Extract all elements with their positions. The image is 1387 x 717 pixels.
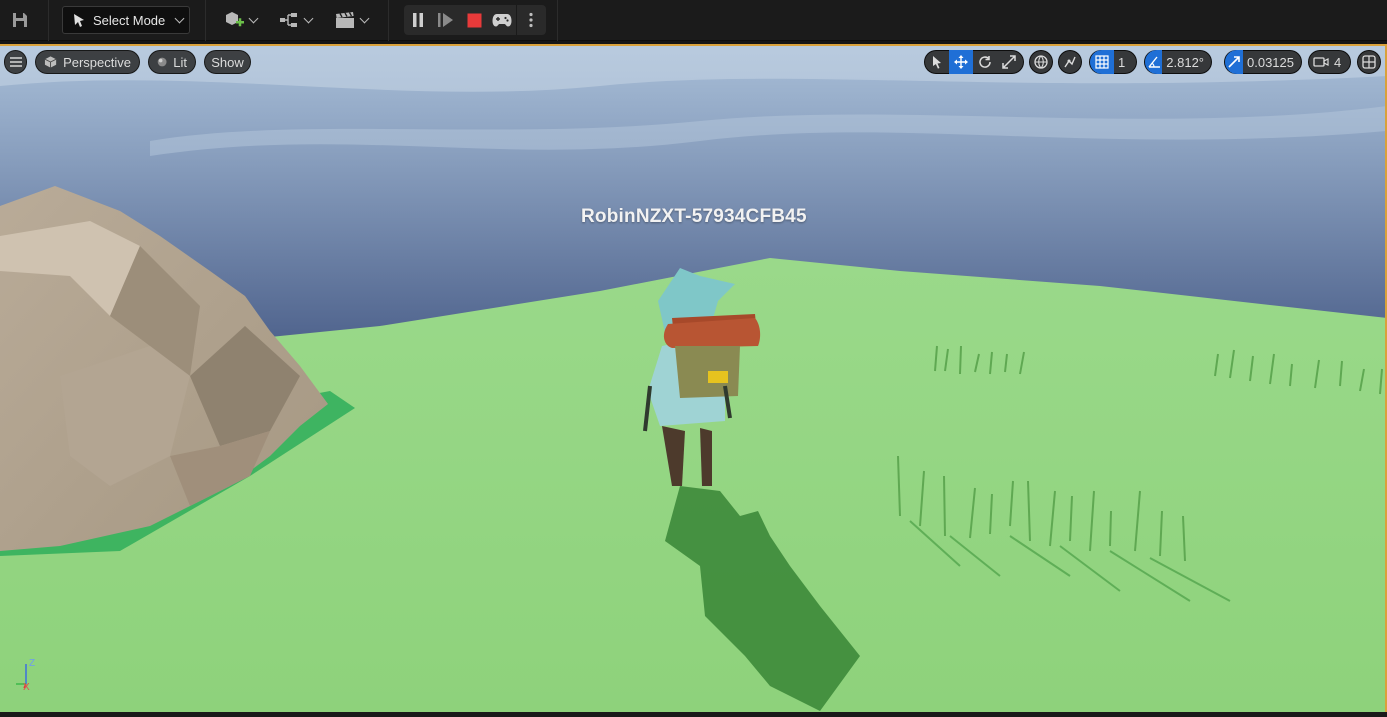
rotate-tool-button[interactable] bbox=[973, 50, 997, 74]
chevron-down-icon bbox=[248, 13, 259, 23]
surface-snap-toggle[interactable] bbox=[1058, 50, 1082, 74]
show-label: Show bbox=[211, 54, 244, 70]
grid-snap-toggle[interactable] bbox=[1090, 50, 1114, 74]
viewport-layout-control[interactable] bbox=[1357, 50, 1381, 74]
scene-render[interactable] bbox=[0, 46, 1387, 712]
scale-snap-icon bbox=[1228, 56, 1240, 68]
grid-snap-value[interactable]: 1 bbox=[1114, 55, 1132, 70]
lit-sphere-icon bbox=[157, 57, 167, 67]
grid-icon bbox=[1095, 55, 1109, 69]
perspective-cube-icon bbox=[44, 56, 57, 68]
pause-button[interactable] bbox=[404, 5, 432, 35]
transform-tools bbox=[924, 50, 1024, 74]
viewport-layout-button[interactable] bbox=[1358, 50, 1380, 74]
possess-button[interactable] bbox=[488, 5, 516, 35]
grid-snap-control[interactable]: 1 bbox=[1089, 50, 1137, 74]
select-mode-dropdown[interactable]: Select Mode bbox=[62, 6, 190, 34]
skip-frame-icon bbox=[438, 13, 453, 27]
world-local-toggle[interactable] bbox=[1029, 50, 1053, 74]
level-viewport[interactable]: Perspective Lit Show 1 2.812° 0.03125 4 … bbox=[0, 44, 1387, 712]
add-actor-button[interactable] bbox=[220, 6, 260, 34]
camera-speed-control[interactable]: 4 bbox=[1308, 50, 1351, 74]
main-toolbar: Select Mode bbox=[0, 0, 1387, 41]
scale-tool-button[interactable] bbox=[997, 50, 1021, 74]
viewport-bottom-border bbox=[0, 712, 1387, 717]
world-coordinates-button[interactable] bbox=[1030, 50, 1052, 74]
actor-name-label: RobinNZXT-57934CFB45 bbox=[581, 206, 807, 227]
show-dropdown[interactable]: Show bbox=[204, 50, 251, 74]
stop-icon bbox=[467, 13, 481, 27]
blueprint-icon bbox=[280, 13, 297, 27]
move-arrows-icon bbox=[954, 55, 968, 69]
add-actor-icon bbox=[226, 12, 244, 27]
surface-snapping-button[interactable] bbox=[1059, 50, 1081, 74]
play-controls bbox=[404, 5, 546, 35]
stop-button[interactable] bbox=[460, 5, 488, 35]
globe-icon bbox=[1034, 55, 1048, 69]
perspective-dropdown[interactable]: Perspective bbox=[35, 50, 140, 74]
select-mode-icon bbox=[74, 14, 84, 27]
camera-icon bbox=[1313, 57, 1329, 67]
scale-icon bbox=[1002, 55, 1016, 69]
cursor-icon bbox=[933, 56, 941, 69]
lit-label: Lit bbox=[173, 54, 187, 70]
toolbar-separator bbox=[48, 0, 49, 41]
cinematics-button[interactable] bbox=[330, 6, 372, 34]
layout-grid-icon bbox=[1362, 55, 1376, 69]
rotate-icon bbox=[979, 56, 991, 68]
rotation-snap-control[interactable]: 2.812° bbox=[1144, 50, 1212, 74]
perspective-label: Perspective bbox=[63, 54, 131, 70]
scale-snap-toggle[interactable] bbox=[1225, 50, 1243, 74]
chevron-down-icon bbox=[359, 13, 370, 23]
blueprint-button[interactable] bbox=[275, 6, 315, 34]
scale-snap-control[interactable]: 0.03125 bbox=[1224, 50, 1302, 74]
select-mode-label: Select Mode bbox=[93, 12, 166, 28]
toolbar-separator bbox=[388, 0, 389, 41]
rotation-snap-toggle[interactable] bbox=[1145, 50, 1163, 74]
scale-snap-value[interactable]: 0.03125 bbox=[1243, 55, 1301, 70]
camera-speed-button[interactable] bbox=[1309, 50, 1333, 74]
view-mode-dropdown[interactable]: Lit bbox=[148, 50, 196, 74]
cinematics-icon bbox=[336, 12, 354, 28]
surface-snap-icon bbox=[1064, 56, 1076, 68]
angle-icon bbox=[1148, 56, 1160, 68]
chevron-down-icon bbox=[303, 13, 314, 23]
toolbar-separator bbox=[557, 0, 558, 41]
axis-gizmo: Z X bbox=[16, 658, 35, 690]
gamepad-icon bbox=[492, 14, 512, 27]
chevron-down-icon bbox=[174, 13, 185, 23]
camera-speed-value: 4 bbox=[1334, 54, 1342, 70]
toolbar-separator bbox=[205, 0, 206, 41]
axis-x-label: X bbox=[23, 682, 30, 690]
pause-icon bbox=[413, 13, 423, 27]
more-options-icon bbox=[528, 12, 533, 28]
hamburger-menu-icon bbox=[9, 57, 22, 67]
rotation-snap-value[interactable]: 2.812° bbox=[1162, 55, 1211, 70]
skip-frame-button[interactable] bbox=[432, 5, 460, 35]
save-icon bbox=[13, 13, 27, 27]
more-options-button[interactable] bbox=[517, 5, 544, 35]
axis-z-label: Z bbox=[29, 658, 35, 669]
translate-tool-button[interactable] bbox=[949, 50, 973, 74]
viewport-options-button[interactable] bbox=[4, 50, 27, 74]
select-tool-button[interactable] bbox=[925, 50, 949, 74]
save-button[interactable] bbox=[6, 6, 34, 34]
